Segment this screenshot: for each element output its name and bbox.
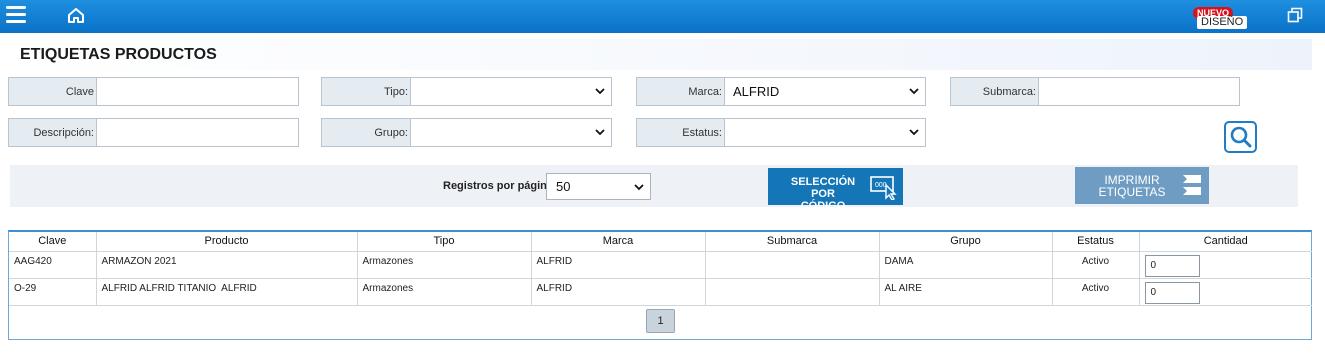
- column-header-clave[interactable]: Clave: [9, 232, 97, 252]
- pagination-page-button[interactable]: 1: [646, 309, 675, 333]
- column-header-cantidad[interactable]: Cantidad: [1139, 232, 1312, 252]
- cell-cantidad: 0: [1139, 251, 1312, 279]
- clave-input[interactable]: [97, 78, 298, 105]
- chevron-down-icon: [909, 88, 919, 95]
- clave-field: Clave: [8, 77, 299, 106]
- svg-text:000: 000: [875, 182, 887, 189]
- column-header-grupo[interactable]: Grupo: [879, 232, 1053, 252]
- chevron-down-icon: [634, 184, 644, 191]
- cell-producto: ALFRID ALFRID TITANIO ALFRID: [96, 278, 358, 306]
- column-header-estatus[interactable]: Estatus: [1052, 232, 1140, 252]
- table-row: AAG420 ARMAZON 2021 Armazones ALFRID DAM…: [9, 251, 1312, 279]
- cell-tipo: Armazones: [357, 278, 532, 306]
- marca-field: Marca: ALFRID: [636, 77, 926, 106]
- labels-icon: [1183, 175, 1201, 195]
- column-header-producto[interactable]: Producto: [96, 232, 358, 252]
- quantity-input[interactable]: 0: [1144, 281, 1200, 304]
- tipo-field: Tipo:: [321, 77, 612, 106]
- grupo-select[interactable]: [411, 119, 611, 146]
- print-labels-label: IMPRIMIR ETIQUETAS: [1098, 173, 1166, 199]
- cell-estatus: Activo: [1052, 251, 1140, 279]
- column-header-submarca[interactable]: Submarca: [705, 232, 880, 252]
- cell-grupo: AL AIRE: [879, 278, 1053, 306]
- submarca-field: Submarca:: [950, 77, 1240, 106]
- title-bar: ETIQUETAS PRODUCTOS: [8, 39, 1312, 70]
- cell-estatus: Activo: [1052, 278, 1140, 306]
- page-title: ETIQUETAS PRODUCTOS: [20, 46, 217, 63]
- top-bar: NUEVO DISEÑO: [0, 0, 1325, 33]
- cell-grupo: DAMA: [879, 251, 1053, 279]
- grupo-field: Grupo:: [321, 118, 612, 147]
- restore-window-icon[interactable]: [1287, 7, 1303, 23]
- cell-submarca: [705, 251, 880, 279]
- chevron-down-icon: [595, 129, 605, 136]
- marca-value: ALFRID: [733, 84, 780, 99]
- menu-icon[interactable]: [6, 6, 26, 26]
- marca-label: Marca:: [637, 78, 725, 105]
- grupo-label: Grupo:: [322, 119, 411, 146]
- quantity-input[interactable]: 0: [1144, 254, 1200, 277]
- home-icon[interactable]: [66, 6, 86, 26]
- select-by-code-label: SELECCIÓN POR CÓDIGO: [790, 176, 856, 212]
- cell-marca: ALFRID: [531, 251, 706, 279]
- barcode-cursor-icon: 000: [870, 176, 897, 200]
- cell-tipo: Armazones: [357, 251, 532, 279]
- column-header-marca[interactable]: Marca: [531, 232, 706, 252]
- cell-clave: AAG420: [9, 251, 97, 279]
- cell-cantidad: 0: [1139, 278, 1312, 306]
- search-button[interactable]: [1224, 121, 1257, 153]
- cell-marca: ALFRID: [531, 278, 706, 306]
- marca-select[interactable]: ALFRID: [725, 78, 925, 105]
- estatus-label: Estatus:: [637, 119, 725, 146]
- search-icon: [1230, 126, 1251, 148]
- estatus-field: Estatus:: [636, 118, 926, 147]
- cell-clave: O-29: [9, 278, 97, 306]
- print-labels-button[interactable]: IMPRIMIR ETIQUETAS: [1075, 167, 1209, 204]
- select-by-code-button[interactable]: SELECCIÓN POR CÓDIGO 000: [768, 168, 903, 212]
- descripcion-label: Descripción:: [9, 119, 97, 146]
- submarca-label: Submarca:: [951, 78, 1039, 105]
- descripcion-input[interactable]: [97, 119, 298, 146]
- clave-label: Clave: [9, 78, 97, 105]
- tipo-select[interactable]: [411, 78, 611, 105]
- records-per-page-select[interactable]: 50: [546, 173, 651, 200]
- submarca-input[interactable]: [1039, 78, 1239, 105]
- cell-submarca: [705, 278, 880, 306]
- table-header: Clave Producto Tipo Marca Submarca Grupo…: [9, 232, 1312, 252]
- descripcion-field: Descripción:: [8, 118, 299, 147]
- tipo-label: Tipo:: [322, 78, 411, 105]
- chevron-down-icon: [595, 88, 605, 95]
- cell-producto: ARMAZON 2021: [96, 251, 358, 279]
- table-row: O-29 ALFRID ALFRID TITANIO ALFRID Armazo…: [9, 278, 1312, 306]
- design-button[interactable]: DISEÑO: [1197, 16, 1248, 29]
- chevron-down-icon: [909, 129, 919, 136]
- estatus-select[interactable]: [725, 119, 925, 146]
- records-per-page-value: 50: [556, 179, 571, 194]
- records-per-page-label: Registros por página:: [443, 180, 557, 192]
- column-header-tipo[interactable]: Tipo: [357, 232, 532, 252]
